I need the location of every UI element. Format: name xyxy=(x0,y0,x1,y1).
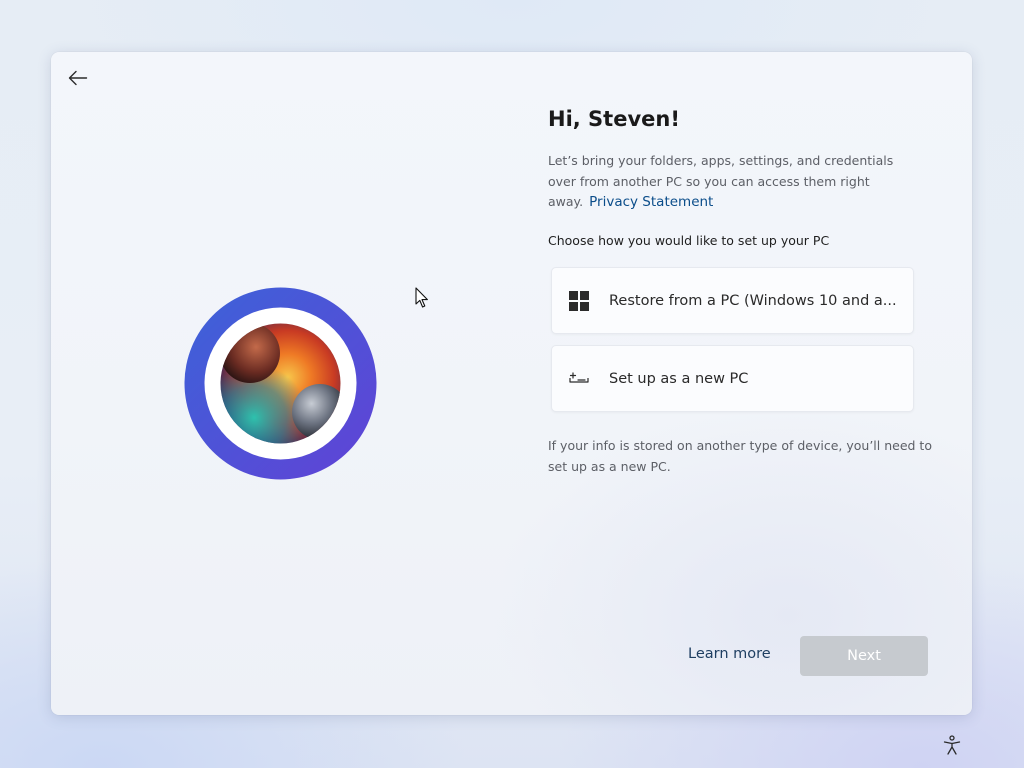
restore-option-label: Restore from a PC (Windows 10 and a... xyxy=(609,292,897,309)
other-device-note: If your info is stored on another type o… xyxy=(548,438,932,474)
accessibility-icon xyxy=(943,735,961,755)
restore-from-pc-option[interactable]: Restore from a PC (Windows 10 and a... xyxy=(551,267,914,334)
back-button[interactable] xyxy=(63,64,93,92)
windows-logo-icon xyxy=(568,290,590,312)
new-pc-icon xyxy=(568,368,590,390)
back-arrow-icon xyxy=(68,70,88,86)
intro-text: Let’s bring your folders, apps, settings… xyxy=(548,151,920,213)
new-pc-option-label: Set up as a new PC xyxy=(609,370,749,387)
user-emblem xyxy=(184,287,377,480)
greeting-heading: Hi, Steven! xyxy=(548,107,680,131)
oobe-window: Hi, Steven! Let’s bring your folders, ap… xyxy=(51,52,972,715)
nebula-planets-image xyxy=(184,287,377,480)
accessibility-button[interactable] xyxy=(940,733,964,757)
learn-more-link[interactable]: Learn more xyxy=(688,646,771,662)
next-button[interactable]: Next xyxy=(800,636,928,676)
new-pc-option[interactable]: Set up as a new PC xyxy=(551,345,914,412)
choose-setup-label: Choose how you would like to set up your… xyxy=(548,233,830,248)
privacy-statement-link[interactable]: Privacy Statement xyxy=(589,194,713,210)
